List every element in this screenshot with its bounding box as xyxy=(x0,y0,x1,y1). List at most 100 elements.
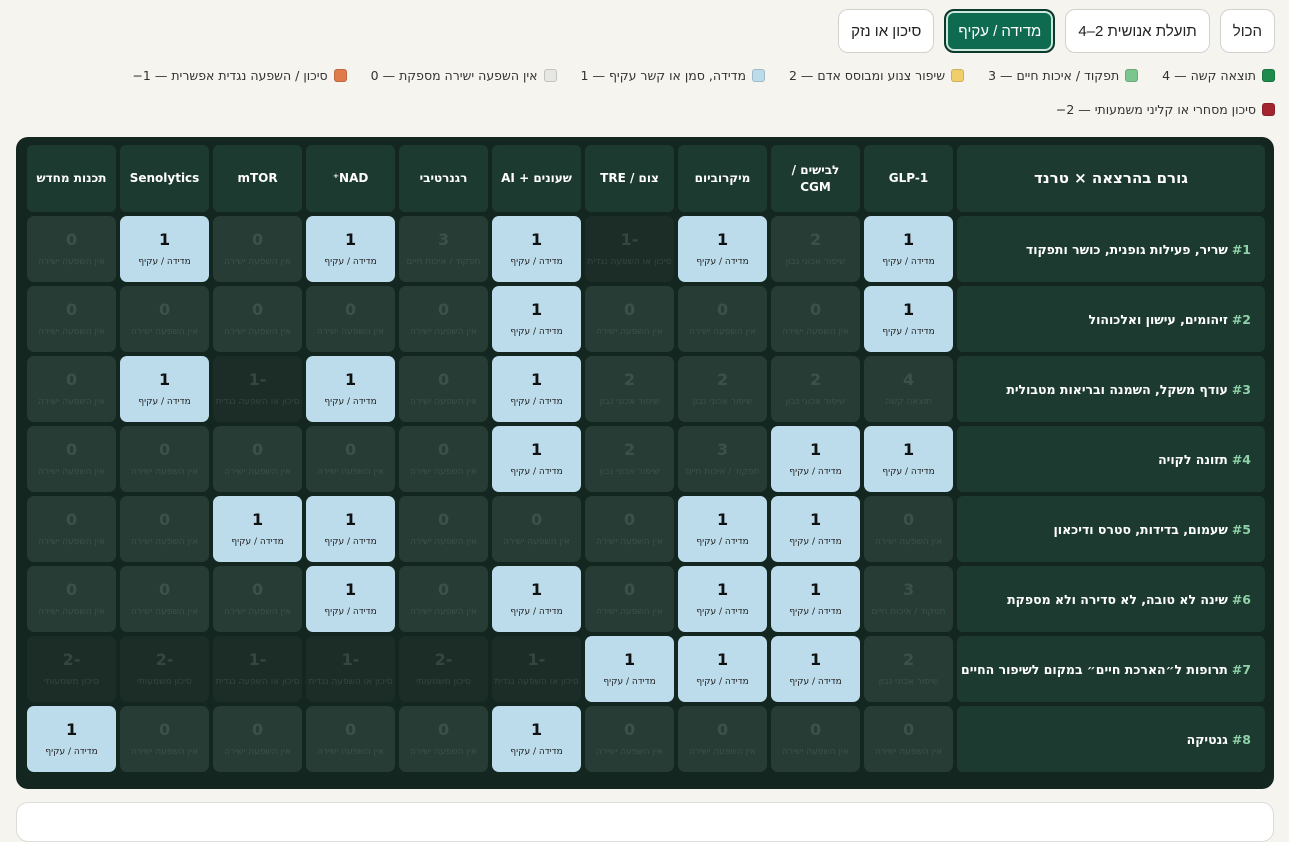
matrix-cell[interactable]: 1 מדידה / עקיף xyxy=(492,566,581,632)
matrix-cell[interactable]: 1 מדידה / עקיף xyxy=(771,426,860,492)
matrix-cell[interactable]: 1 מדידה / עקיף xyxy=(771,496,860,562)
matrix-cell[interactable]: 1 מדידה / עקיף xyxy=(678,566,767,632)
matrix-cell[interactable]: 2 שיפור אכוני נבון xyxy=(864,636,953,702)
matrix-cell[interactable]: 1 מדידה / עקיף xyxy=(492,216,581,282)
matrix-cell[interactable]: -1 סיכון או השפעה נגדית xyxy=(213,356,302,422)
matrix-cell[interactable]: 0 אין השפעה ישירה xyxy=(678,706,767,772)
matrix-cell[interactable]: 3 תפקוד / איכות חיים xyxy=(864,566,953,632)
matrix-cell[interactable]: 1 מדידה / עקיף xyxy=(585,636,674,702)
matrix-cell[interactable]: 1 מדידה / עקיף xyxy=(213,496,302,562)
matrix-cell[interactable]: 1 מדידה / עקיף xyxy=(306,216,395,282)
matrix-cell[interactable]: 0 אין השפעה ישירה xyxy=(678,286,767,352)
matrix-cell[interactable]: 1 מדידה / עקיף xyxy=(120,216,209,282)
matrix-cell[interactable]: 0 אין השפעה ישירה xyxy=(399,356,488,422)
matrix-cell[interactable]: 1 מדידה / עקיף xyxy=(492,426,581,492)
filter-button-0[interactable]: הכול xyxy=(1219,9,1275,53)
matrix-cell[interactable]: 0 אין השפעה ישירה xyxy=(213,286,302,352)
matrix-cell[interactable]: 0 אין השפעה ישירה xyxy=(771,286,860,352)
matrix-cell[interactable]: 1 מדידה / עקיף xyxy=(678,496,767,562)
matrix-cell[interactable]: 1 מדידה / עקיף xyxy=(120,356,209,422)
matrix-cell[interactable]: 0 אין השפעה ישירה xyxy=(27,426,116,492)
matrix-cell[interactable]: 0 אין השפעה ישירה xyxy=(399,286,488,352)
matrix-cell[interactable]: 0 אין השפעה ישירה xyxy=(492,496,581,562)
matrix-cell[interactable]: 0 אין השפעה ישירה xyxy=(27,286,116,352)
matrix-cell[interactable]: 2 שיפור אכוני נבון xyxy=(771,356,860,422)
matrix-cell[interactable]: 1 מדידה / עקיף xyxy=(306,496,395,562)
cell-score: 0 xyxy=(65,299,78,319)
matrix-cell[interactable]: 0 אין השפעה ישירה xyxy=(27,566,116,632)
matrix-cell[interactable]: 0 אין השפעה ישירה xyxy=(585,706,674,772)
filter-button-1[interactable]: תועלת אנושית 2–4 xyxy=(1065,9,1210,53)
matrix-cell[interactable]: 2 שיפור אכוני נבון xyxy=(678,356,767,422)
matrix-cell[interactable]: -1 סיכון או השפעה נגדית xyxy=(306,636,395,702)
matrix-cell[interactable]: 1 מדידה / עקיף xyxy=(27,706,116,772)
cell-score-label: אין השפעה ישירה xyxy=(224,256,291,267)
matrix-cell[interactable]: 0 אין השפעה ישירה xyxy=(399,496,488,562)
legend-item-3: 1 — מדידה, סמן או קשר עקיף xyxy=(581,68,765,83)
matrix-cell[interactable]: 0 אין השפעה ישירה xyxy=(120,286,209,352)
matrix-cell[interactable]: 2 שיפור אכוני נבון xyxy=(585,426,674,492)
matrix-cell[interactable]: 0 אין השפעה ישירה xyxy=(120,426,209,492)
cell-score-label: תפקוד / איכות חיים xyxy=(685,466,760,477)
cell-score: 0 xyxy=(251,229,264,249)
cell-score-label: מדידה / עקיף xyxy=(882,466,935,477)
matrix-cell[interactable]: 1 מדידה / עקיף xyxy=(306,356,395,422)
matrix-cell[interactable]: 0 אין השפעה ישירה xyxy=(306,706,395,772)
matrix-cell[interactable]: 2 שיפור אכוני נבון xyxy=(585,356,674,422)
matrix-cell[interactable]: -1 סיכון או השפעה נגדית xyxy=(213,636,302,702)
matrix-cell[interactable]: 1 מדידה / עקיף xyxy=(864,216,953,282)
matrix-cell[interactable]: 4 תוצאה קשה xyxy=(864,356,953,422)
cell-score-label: מדידה / עקיף xyxy=(45,746,98,757)
matrix-cell[interactable]: 1 מדידה / עקיף xyxy=(864,286,953,352)
matrix-cell[interactable]: -2 סיכון משמעותי xyxy=(399,636,488,702)
matrix-cell[interactable]: 0 אין השפעה ישירה xyxy=(27,216,116,282)
matrix-cell[interactable]: 3 תפקוד / איכות חיים xyxy=(678,426,767,492)
filter-button-3[interactable]: סיכון או נזק xyxy=(838,9,935,53)
matrix-cell[interactable]: 2 שיפור אכוני נבון xyxy=(771,216,860,282)
matrix-cell[interactable]: 1 מדידה / עקיף xyxy=(492,356,581,422)
matrix-cell[interactable]: 0 אין השפעה ישירה xyxy=(213,426,302,492)
matrix-cell[interactable]: 0 אין השפעה ישירה xyxy=(306,286,395,352)
cell-score-label: אין השפעה ישירה xyxy=(38,256,105,267)
cell-score-label: מדידה / עקיף xyxy=(789,466,842,477)
matrix-cell[interactable]: 0 אין השפעה ישירה xyxy=(399,706,488,772)
matrix-cell[interactable]: 0 אין השפעה ישירה xyxy=(27,356,116,422)
matrix-cell[interactable]: 0 אין השפעה ישירה xyxy=(213,216,302,282)
matrix-cell[interactable]: 0 אין השפעה ישירה xyxy=(213,566,302,632)
matrix-cell[interactable]: 1 מדידה / עקיף xyxy=(678,216,767,282)
matrix-cell[interactable]: -2 סיכון משמעותי xyxy=(27,636,116,702)
matrix-cell[interactable]: 1 מדידה / עקיף xyxy=(306,566,395,632)
matrix-cell[interactable]: -1 סיכון או השפעה נגדית xyxy=(585,216,674,282)
matrix-cell[interactable]: 0 אין השפעה ישירה xyxy=(213,706,302,772)
matrix-cell[interactable]: 1 מדידה / עקיף xyxy=(864,426,953,492)
matrix-cell[interactable]: 1 מדידה / עקיף xyxy=(771,566,860,632)
matrix-cell[interactable]: 0 אין השפעה ישירה xyxy=(771,706,860,772)
legend-swatch xyxy=(543,69,557,82)
matrix-cell[interactable]: 0 אין השפעה ישירה xyxy=(120,706,209,772)
row-label: #5 שעמום, בדידות, סטרס ודיכאון xyxy=(957,496,1265,562)
matrix-cell[interactable]: 0 אין השפעה ישירה xyxy=(306,426,395,492)
matrix-cell[interactable]: 0 אין השפעה ישירה xyxy=(399,426,488,492)
matrix-cell[interactable]: 0 אין השפעה ישירה xyxy=(120,496,209,562)
matrix-cell[interactable]: 1 מדידה / עקיף xyxy=(492,706,581,772)
matrix-cell[interactable]: 1 מדידה / עקיף xyxy=(771,636,860,702)
matrix-cell[interactable]: 0 אין השפעה ישירה xyxy=(585,566,674,632)
matrix-cell[interactable]: 1 מדידה / עקיף xyxy=(492,286,581,352)
matrix-cell[interactable]: 0 אין השפעה ישירה xyxy=(120,566,209,632)
matrix-cell[interactable]: 0 אין השפעה ישירה xyxy=(864,706,953,772)
matrix-cell[interactable]: -2 סיכון משמעותי xyxy=(120,636,209,702)
cell-score: 0 xyxy=(437,299,450,319)
matrix-cell[interactable]: 0 אין השפעה ישירה xyxy=(399,566,488,632)
column-header: רגנרטיבי xyxy=(399,145,488,212)
cell-score-label: מדידה / עקיף xyxy=(696,536,749,547)
matrix-cell[interactable]: 0 אין השפעה ישירה xyxy=(864,496,953,562)
matrix-cell[interactable]: 0 אין השפעה ישירה xyxy=(27,496,116,562)
filter-button-2[interactable]: מדידה / עקיף xyxy=(944,9,1056,53)
cell-score-label: אין השפעה ישירה xyxy=(224,326,291,337)
column-header: NAD⁺ xyxy=(306,145,395,212)
matrix-cell[interactable]: 0 אין השפעה ישירה xyxy=(585,496,674,562)
matrix-cell[interactable]: 3 תפקוד / איכות חיים xyxy=(399,216,488,282)
matrix-cell[interactable]: -1 סיכון או השפעה נגדית xyxy=(492,636,581,702)
matrix-cell[interactable]: 1 מדידה / עקיף xyxy=(678,636,767,702)
matrix-cell[interactable]: 0 אין השפעה ישירה xyxy=(585,286,674,352)
